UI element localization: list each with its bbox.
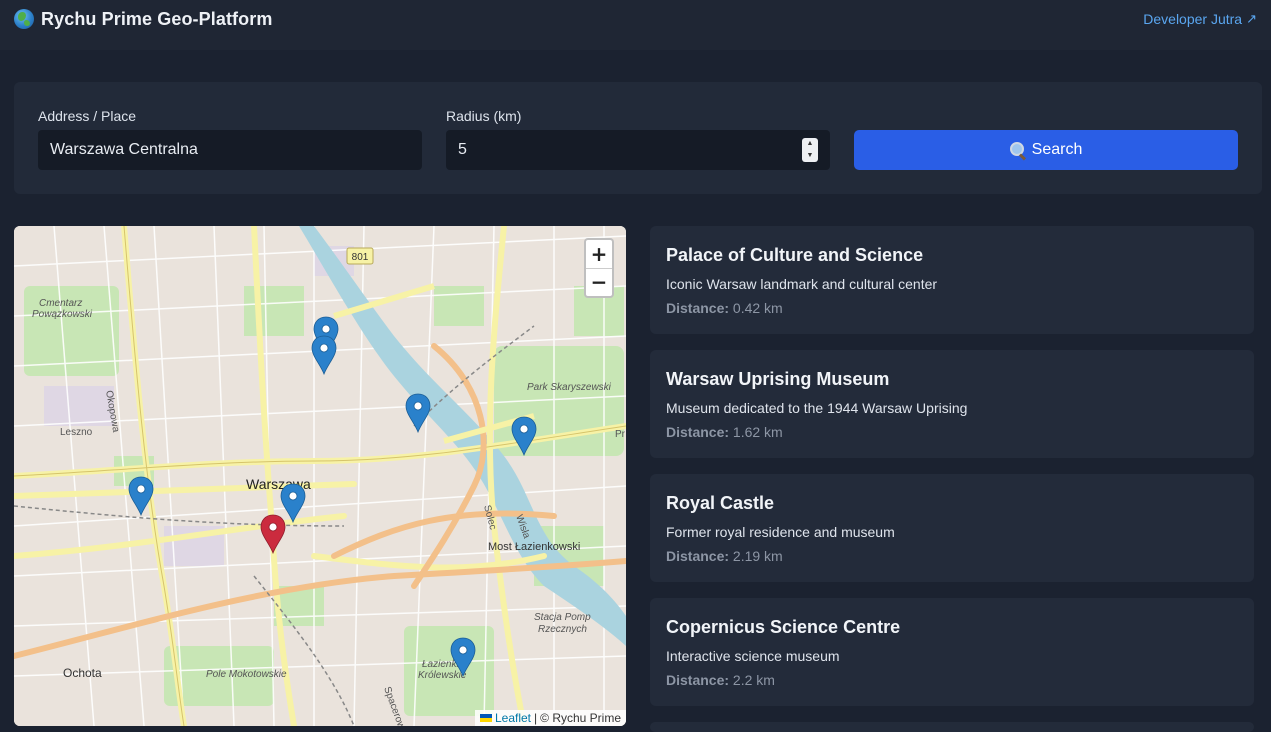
stepper-up-icon[interactable]: ▲ [807,140,814,148]
map-label-pr: Pr [615,429,626,440]
distance-label: Distance: [666,672,730,688]
map[interactable]: 801 Cmentarz Powązkowski Park Skaryszews… [14,226,626,726]
map-label-pole: Pole Mokotowskie [206,669,287,680]
result-distance: Distance: 1.62 km [666,424,783,440]
zoom-control: + − [584,238,614,298]
result-name: Warsaw Uprising Museum [666,369,890,389]
developer-link[interactable]: Developer Jutra ↗ [1143,11,1257,27]
radius-stepper[interactable]: ▲ ▼ [802,138,818,162]
map-label-stacja-2: Rzecznych [538,624,587,635]
magnifier-icon [1009,142,1026,158]
result-description: Iconic Warsaw landmark and cultural cent… [666,276,938,292]
brand: Rychu Prime Geo-Platform [14,9,272,30]
map-label-park: Park Skaryszewski [527,382,612,393]
map-label-leszno: Leszno [60,427,93,438]
result-distance: Distance: 2.19 km [666,548,783,564]
result-description: Former royal residence and museum [666,524,895,540]
app-header: Rychu Prime Geo-Platform Developer Jutra… [0,0,1271,50]
map-label-bridge: Most Łazienkowski [488,541,580,553]
distance-label: Distance: [666,300,730,316]
result-card[interactable]: Copernicus Science Centre Interactive sc… [650,598,1254,706]
map-label-lazienki-2: Królewskie [418,670,467,681]
globe-icon [14,9,34,29]
zoom-in-button[interactable]: + [586,240,612,269]
distance-value: 2.2 km [732,672,775,688]
map-tiles[interactable]: 801 Cmentarz Powązkowski Park Skaryszews… [14,226,626,726]
map-label-cemetery-2: Powązkowski [32,309,93,320]
external-link-icon: ↗ [1246,11,1257,26]
distance-value: 0.42 km [732,300,783,316]
attribution-text: © Rychu Prime [540,711,621,725]
zoom-out-button[interactable]: − [586,269,612,297]
result-card[interactable]: Warsaw Uprising Museum Museum dedicated … [650,350,1254,458]
map-label-lazienki-1: Łazienki [422,659,459,670]
attribution-separator: | [534,711,538,725]
result-card-partial[interactable] [650,722,1254,732]
search-button[interactable]: Search [854,130,1238,170]
developer-link-label: Developer Jutra [1143,11,1243,27]
distance-value: 2.19 km [732,548,783,564]
map-attribution: Leaflet | © Rychu Prime [474,710,626,726]
map-label-cemetery-1: Cmentarz [39,298,82,309]
map-label-ochota: Ochota [63,666,102,680]
radius-input[interactable] [446,130,830,170]
leaflet-link[interactable]: Leaflet [495,711,531,725]
ukraine-flag-icon [479,714,492,722]
result-description: Interactive science museum [666,648,840,664]
result-distance: Distance: 2.2 km [666,672,775,688]
result-description: Museum dedicated to the 1944 Warsaw Upri… [666,400,968,416]
app-title: Rychu Prime Geo-Platform [41,8,273,29]
result-name: Royal Castle [666,493,775,513]
result-card[interactable]: Royal Castle Former royal residence and … [650,474,1254,582]
stepper-down-icon[interactable]: ▼ [807,152,814,160]
distance-label: Distance: [666,548,730,564]
result-card[interactable]: Palace of Culture and Science Iconic War… [650,226,1254,334]
result-name: Copernicus Science Centre [666,617,901,637]
map-label-stacja-1: Stacja Pomp [534,612,591,623]
distance-value: 1.62 km [732,424,783,440]
map-label-road: 801 [352,252,369,263]
distance-label: Distance: [666,424,730,440]
search-button-label: Search [1031,141,1083,158]
result-distance: Distance: 0.42 km [666,300,783,316]
radius-label: Radius (km) [446,108,522,124]
address-label: Address / Place [38,108,137,124]
result-name: Palace of Culture and Science [666,245,924,265]
search-panel: Address / Place Radius (km) ▲ ▼ Search [14,82,1262,194]
address-input[interactable] [38,130,422,170]
